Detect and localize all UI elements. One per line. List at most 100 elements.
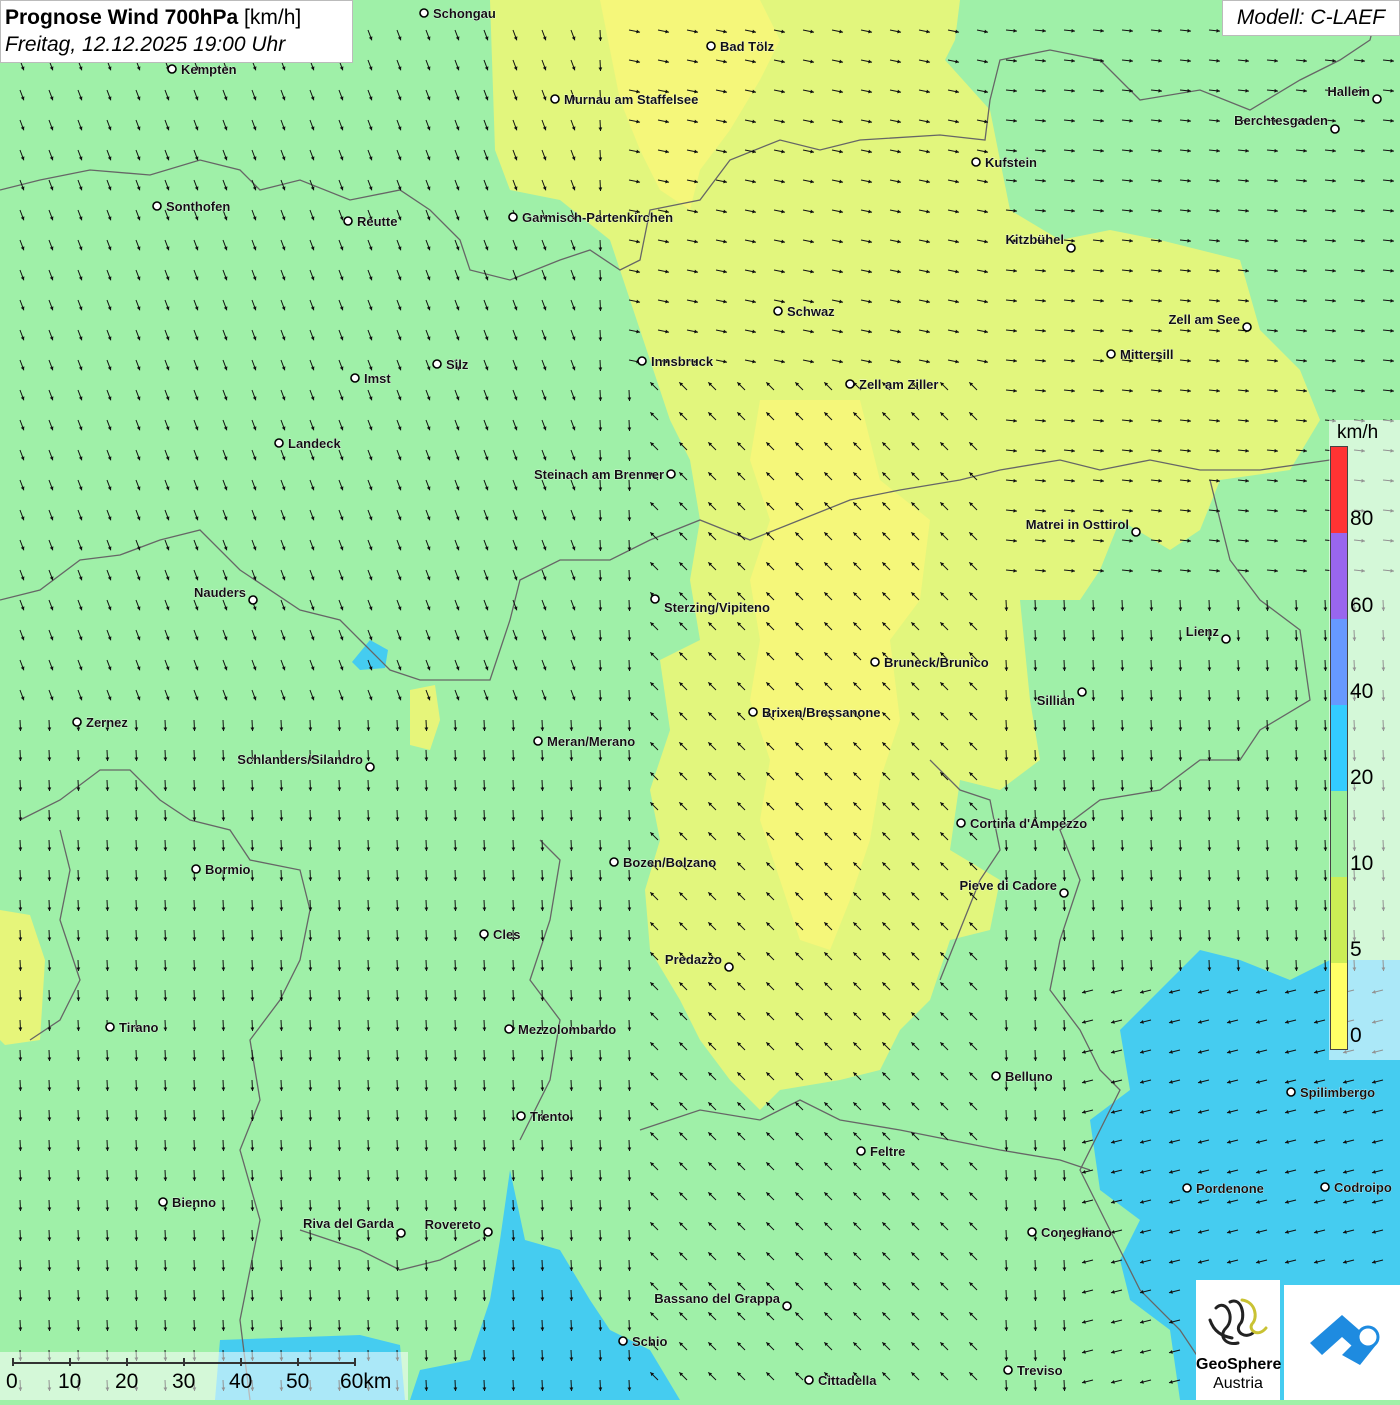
city-label: Kitzbühel — [1006, 232, 1065, 247]
legend-color-segment — [1331, 533, 1347, 619]
scale-label: 40 — [229, 1370, 253, 1393]
city-dot-icon — [274, 438, 284, 448]
city-label: Schongau — [433, 6, 496, 21]
legend-unit: km/h — [1337, 422, 1379, 443]
legend-colorbar — [1330, 446, 1348, 1050]
logo-line1: GeoSphere — [1196, 1356, 1282, 1373]
city-dot-icon — [152, 201, 162, 211]
city-marker: Garmisch-Partenkirchen — [508, 210, 673, 225]
legend-tick: 80 — [1350, 507, 1374, 530]
scale-tick — [297, 1358, 299, 1366]
city-dot-icon — [483, 1227, 493, 1237]
legend-tick: 60 — [1350, 594, 1374, 617]
city-dot-icon — [479, 929, 489, 939]
city-dot-icon — [650, 594, 660, 604]
forecast-time: Freitag, 12.12.2025 19:00 Uhr — [5, 33, 286, 56]
city-marker: Steinach am Brenner — [534, 467, 676, 482]
city-dot-icon — [971, 157, 981, 167]
logo-line2: Austria — [1213, 1375, 1263, 1392]
legend-color-segment — [1331, 705, 1347, 791]
geosphere-logo[interactable]: GeoSphere Austria — [1196, 1280, 1282, 1400]
city-dot-icon — [1106, 349, 1116, 359]
scale-tick — [183, 1358, 185, 1366]
city-dot-icon — [773, 306, 783, 316]
city-dot-icon — [533, 736, 543, 746]
weather-app-logo[interactable] — [1284, 1285, 1400, 1400]
city-label: Zernez — [86, 715, 128, 730]
city-dot-icon — [956, 818, 966, 828]
city-label: Imst — [364, 371, 391, 386]
color-legend: km/h 80 60 40 20 10 5 0 — [1329, 420, 1400, 1060]
city-label: Codroipo — [1334, 1180, 1392, 1195]
city-label: Sillian — [1037, 693, 1075, 708]
city-marker: Meran/Merano — [533, 734, 635, 749]
city-marker: Bruneck/Brunico — [870, 655, 989, 670]
city-dot-icon — [1242, 322, 1252, 332]
city-label: Kempten — [181, 62, 237, 77]
city-label: Meran/Merano — [547, 734, 635, 749]
legend-tick: 10 — [1350, 852, 1374, 875]
scale-label: 0 — [6, 1370, 18, 1393]
title-unit: [km/h] — [244, 6, 302, 29]
city-label: Cortina d'Ampezzo — [970, 816, 1087, 831]
city-dot-icon — [1077, 687, 1087, 697]
city-dot-icon — [856, 1146, 866, 1156]
city-dot-icon — [504, 1024, 514, 1034]
legend-color-segment — [1331, 791, 1347, 877]
city-label: Tirano — [119, 1020, 159, 1035]
city-dot-icon — [1286, 1087, 1296, 1097]
city-dot-icon — [1221, 634, 1231, 644]
scale-tick — [69, 1358, 71, 1366]
city-label: Reutte — [357, 214, 397, 229]
city-dot-icon — [618, 1336, 628, 1346]
city-label: Sterzing/Vipiteno — [664, 600, 770, 615]
legend-color-segment — [1331, 963, 1347, 1049]
city-marker: Brixen/Bressanone — [748, 705, 881, 720]
city-dot-icon — [365, 762, 375, 772]
city-dot-icon — [845, 379, 855, 389]
city-label: Pieve di Cadore — [959, 878, 1057, 893]
city-label: Mittersill — [1120, 347, 1173, 362]
city-label: Matrei in Osttirol — [1026, 517, 1129, 532]
legend-tick: 40 — [1350, 680, 1374, 703]
city-label: Pordenone — [1196, 1181, 1264, 1196]
legend-tick: 0 — [1350, 1024, 1362, 1047]
wind-map: Schongau Kempten Bad Tölz Murnau am Staffel… — [0, 0, 1400, 1400]
city-label: Belluno — [1005, 1069, 1053, 1084]
city-label: Murnau am Staffelsee — [564, 92, 698, 107]
city-dot-icon — [609, 857, 619, 867]
city-label: Predazzo — [665, 952, 722, 967]
city-dot-icon — [706, 41, 716, 51]
city-label: Bormio — [205, 862, 251, 877]
city-dot-icon — [724, 962, 734, 972]
city-label: Bassano del Grappa — [654, 1291, 780, 1306]
city-label: Hallein — [1327, 84, 1370, 99]
city-dot-icon — [191, 864, 201, 874]
city-label: Steinach am Brenner — [534, 467, 664, 482]
city-label: Rovereto — [425, 1217, 481, 1232]
city-label: Bad Tölz — [720, 39, 775, 54]
city-label: Cittadella — [818, 1373, 877, 1388]
geosphere-emblem-icon — [1208, 1298, 1268, 1346]
model-label: Modell: C-LAEF — [1222, 0, 1400, 36]
city-dot-icon — [432, 359, 442, 369]
city-dot-icon — [1320, 1182, 1330, 1192]
city-marker: Murnau am Staffelsee — [550, 92, 699, 107]
city-dot-icon — [666, 469, 676, 479]
city-dot-icon — [72, 717, 82, 727]
legend-tick: 5 — [1350, 938, 1362, 961]
city-marker: Mezzolombardo — [504, 1022, 617, 1037]
city-dot-icon — [167, 64, 177, 74]
city-dot-icon — [1182, 1183, 1192, 1193]
city-dot-icon — [1066, 243, 1076, 253]
city-label: Conegliano — [1041, 1225, 1112, 1240]
city-dot-icon — [1027, 1227, 1037, 1237]
city-marker: Conegliano — [1027, 1225, 1112, 1240]
city-dot-icon — [1372, 94, 1382, 104]
city-label: Lienz — [1186, 624, 1220, 639]
city-label: Cles — [493, 927, 520, 942]
city-label: Zell am Ziller — [859, 377, 938, 392]
city-label: Schwaz — [787, 304, 835, 319]
city-label: Brixen/Bressanone — [762, 705, 881, 720]
city-marker: Cortina d'Ampezzo — [956, 816, 1088, 831]
